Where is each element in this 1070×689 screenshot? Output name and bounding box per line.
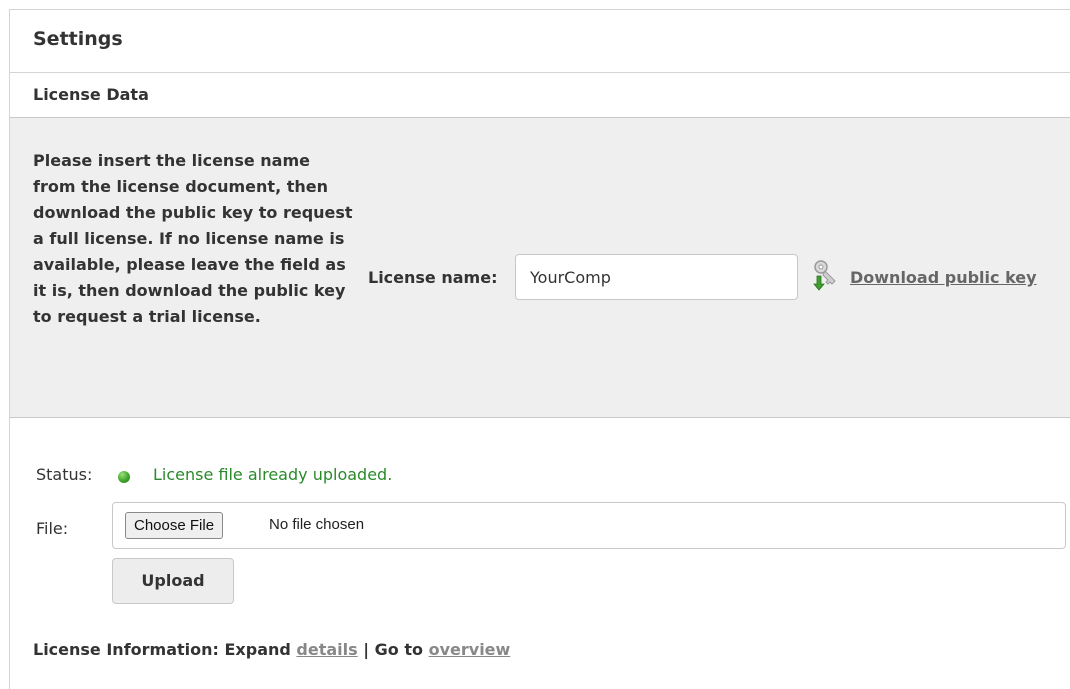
license-data-header: License Data <box>10 73 1070 118</box>
license-instructions: Please insert the license name from the … <box>33 151 353 326</box>
download-public-key-link[interactable]: Download public key <box>850 268 1037 287</box>
choose-file-button[interactable]: Choose File <box>125 512 224 539</box>
goto-text: Go to <box>374 640 424 659</box>
section-title: License Data <box>33 85 149 104</box>
key-download-icon[interactable] <box>812 259 838 291</box>
overview-link[interactable]: overview <box>429 640 511 659</box>
no-file-chosen-text: No file chosen <box>269 516 365 533</box>
license-data-area: Please insert the license name from the … <box>10 118 1070 418</box>
file-input-field[interactable]: Choose File No file chosen <box>112 502 1066 549</box>
file-label: File: <box>36 519 69 538</box>
upload-button[interactable]: Upload <box>112 558 234 604</box>
separator: | <box>363 640 370 659</box>
panel-header: Settings <box>10 10 1070 73</box>
details-link[interactable]: details <box>296 640 357 659</box>
settings-panel: Settings License Data Please insert the … <box>9 9 1070 689</box>
license-name-label: License name: <box>368 268 498 287</box>
page-title: Settings <box>33 28 123 50</box>
license-information-line: License Information: Expand details | Go… <box>33 640 510 659</box>
status-label: Status: <box>36 465 93 484</box>
status-text: License file already uploaded. <box>153 465 393 484</box>
license-name-input[interactable] <box>515 254 798 300</box>
license-info-prefix: License Information: Expand <box>33 640 291 659</box>
status-indicator-icon <box>118 471 130 483</box>
